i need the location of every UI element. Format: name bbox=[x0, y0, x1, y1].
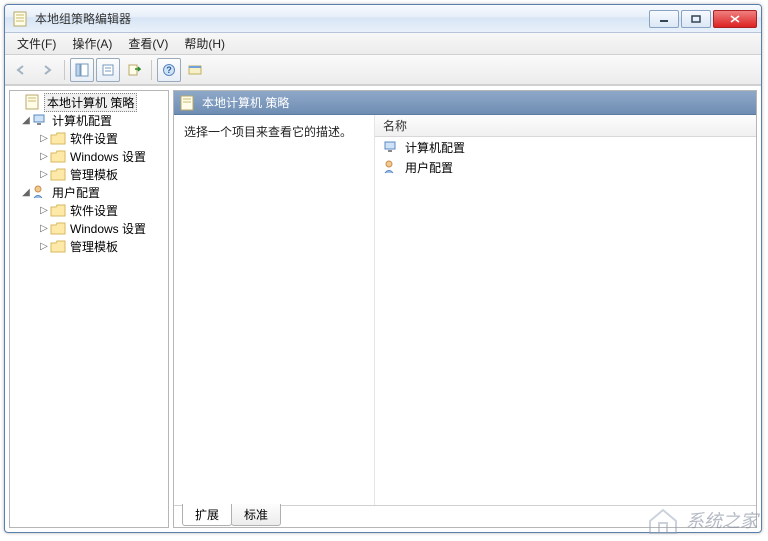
folder-icon bbox=[50, 148, 66, 164]
expand-icon[interactable]: ▷ bbox=[38, 223, 50, 234]
tree-user-config[interactable]: ◢ 用户配置 bbox=[10, 183, 168, 201]
tree-label: Windows 设置 bbox=[70, 148, 146, 165]
list-item-label: 计算机配置 bbox=[405, 139, 465, 156]
svg-text:?: ? bbox=[166, 65, 172, 75]
forward-button[interactable] bbox=[35, 58, 59, 82]
tab-standard[interactable]: 标准 bbox=[231, 504, 281, 526]
menubar: 文件(F) 操作(A) 查看(V) 帮助(H) bbox=[5, 33, 761, 55]
menu-help[interactable]: 帮助(H) bbox=[176, 33, 233, 54]
detail-header: 本地计算机 策略 bbox=[174, 91, 756, 115]
list-item[interactable]: 计算机配置 bbox=[375, 137, 756, 157]
tree-item[interactable]: ▷ 软件设置 bbox=[10, 201, 168, 219]
tree-root[interactable]: 本地计算机 策略 bbox=[10, 93, 168, 111]
toolbar-separator bbox=[64, 60, 65, 80]
tree-item[interactable]: ▷ 管理模板 bbox=[10, 165, 168, 183]
expand-icon[interactable]: ▷ bbox=[38, 205, 50, 216]
tree-item[interactable]: ▷ 管理模板 bbox=[10, 237, 168, 255]
tree-label: 管理模板 bbox=[70, 238, 118, 255]
tree-label: 计算机配置 bbox=[52, 112, 112, 129]
maximize-button[interactable] bbox=[681, 10, 711, 28]
menu-file[interactable]: 文件(F) bbox=[9, 33, 64, 54]
tree-label: 管理模板 bbox=[70, 166, 118, 183]
tab-extended[interactable]: 扩展 bbox=[182, 504, 232, 526]
export-button[interactable] bbox=[122, 58, 146, 82]
collapse-icon[interactable]: ◢ bbox=[20, 115, 32, 126]
expand-icon[interactable]: ▷ bbox=[38, 151, 50, 162]
properties-button[interactable] bbox=[96, 58, 120, 82]
document-icon bbox=[180, 95, 196, 111]
expand-icon[interactable]: ▷ bbox=[38, 133, 50, 144]
app-window: 本地组策略编辑器 文件(F) 操作(A) 查看(V) 帮助(H) ? 本地计算机… bbox=[4, 4, 762, 533]
folder-icon bbox=[50, 130, 66, 146]
detail-body: 选择一个项目来查看它的描述。 名称 计算机配置 用户配置 bbox=[174, 115, 756, 505]
tree-computer-config[interactable]: ◢ 计算机配置 bbox=[10, 111, 168, 129]
list-item-label: 用户配置 bbox=[405, 159, 453, 176]
expand-icon[interactable]: ▷ bbox=[38, 241, 50, 252]
options-button[interactable] bbox=[183, 58, 207, 82]
detail-pane: 本地计算机 策略 选择一个项目来查看它的描述。 名称 计算机配置 用户配置 bbox=[173, 90, 757, 528]
detail-description: 选择一个项目来查看它的描述。 bbox=[174, 115, 374, 505]
detail-title: 本地计算机 策略 bbox=[202, 94, 289, 111]
show-tree-button[interactable] bbox=[70, 58, 94, 82]
column-header-name[interactable]: 名称 bbox=[375, 115, 756, 137]
tree-pane[interactable]: 本地计算机 策略 ◢ 计算机配置 ▷ 软件设置 ▷ Windows 设置 ▷ 管… bbox=[9, 90, 169, 528]
tree-root-label: 本地计算机 策略 bbox=[44, 93, 137, 112]
minimize-button[interactable] bbox=[649, 10, 679, 28]
toolbar-separator bbox=[151, 60, 152, 80]
menu-view[interactable]: 查看(V) bbox=[120, 33, 176, 54]
computer-icon bbox=[383, 139, 399, 155]
close-button[interactable] bbox=[713, 10, 757, 28]
titlebar[interactable]: 本地组策略编辑器 bbox=[5, 5, 761, 33]
folder-icon bbox=[50, 166, 66, 182]
folder-icon bbox=[50, 238, 66, 254]
expand-icon[interactable]: ▷ bbox=[38, 169, 50, 180]
tree-item[interactable]: ▷ Windows 设置 bbox=[10, 219, 168, 237]
tree-label: 软件设置 bbox=[70, 130, 118, 147]
toolbar: ? bbox=[5, 55, 761, 85]
computer-icon bbox=[32, 112, 48, 128]
tree-item[interactable]: ▷ Windows 设置 bbox=[10, 147, 168, 165]
tree-label: 软件设置 bbox=[70, 202, 118, 219]
detail-list[interactable]: 名称 计算机配置 用户配置 bbox=[374, 115, 756, 505]
folder-icon bbox=[50, 220, 66, 236]
tree-label: Windows 设置 bbox=[70, 220, 146, 237]
app-icon bbox=[13, 11, 29, 27]
user-icon bbox=[383, 159, 399, 175]
tree-item[interactable]: ▷ 软件设置 bbox=[10, 129, 168, 147]
back-button[interactable] bbox=[9, 58, 33, 82]
user-icon bbox=[32, 184, 48, 200]
collapse-icon[interactable]: ◢ bbox=[20, 187, 32, 198]
folder-icon bbox=[50, 202, 66, 218]
tree-label: 用户配置 bbox=[52, 184, 100, 201]
body: 本地计算机 策略 ◢ 计算机配置 ▷ 软件设置 ▷ Windows 设置 ▷ 管… bbox=[5, 85, 761, 532]
window-title: 本地组策略编辑器 bbox=[35, 10, 647, 27]
list-item[interactable]: 用户配置 bbox=[375, 157, 756, 177]
menu-action[interactable]: 操作(A) bbox=[64, 33, 120, 54]
help-button[interactable]: ? bbox=[157, 58, 181, 82]
bottom-tabs: 扩展 标准 bbox=[174, 505, 756, 527]
document-icon bbox=[24, 94, 40, 110]
